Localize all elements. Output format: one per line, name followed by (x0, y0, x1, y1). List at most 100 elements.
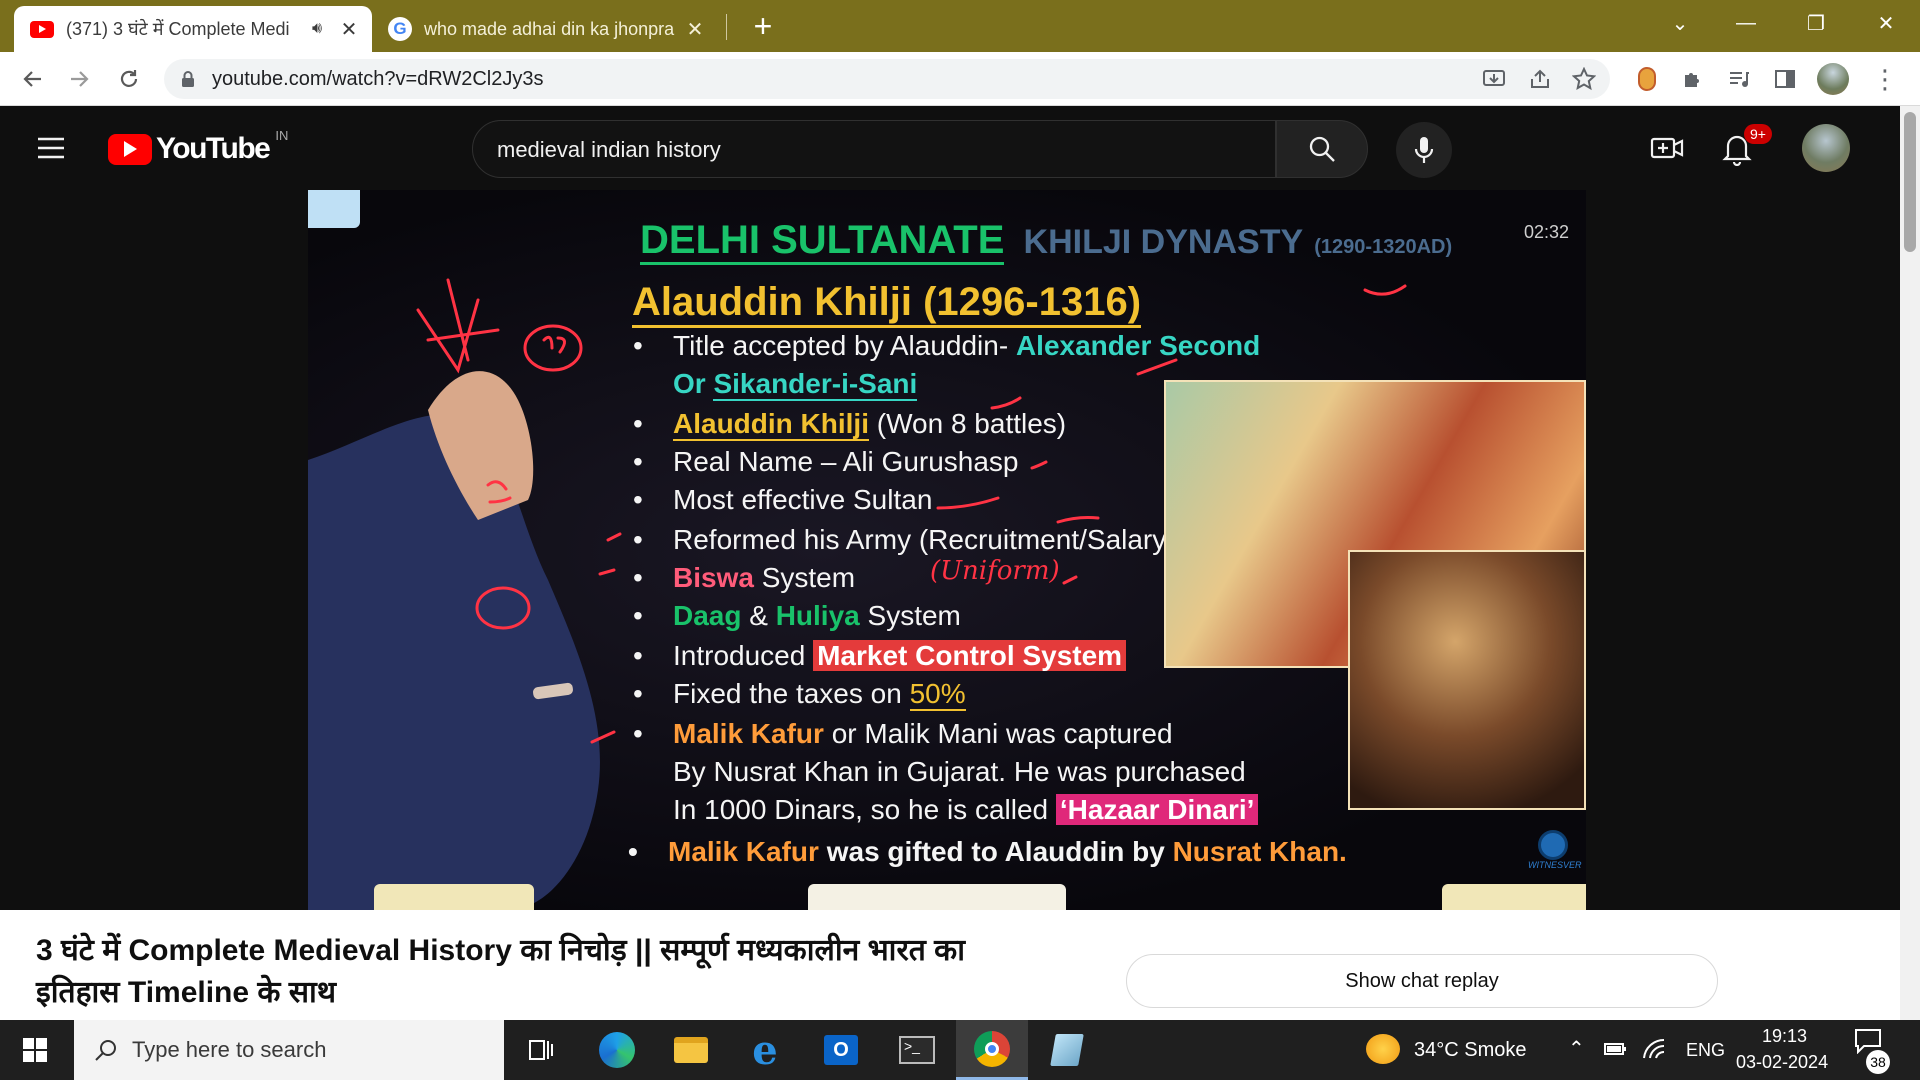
clock-time[interactable]: 19:13 (1762, 1026, 1807, 1047)
install-app-icon[interactable] (1482, 68, 1506, 90)
close-tab-icon[interactable]: ✕ (682, 17, 708, 42)
voice-search-button[interactable] (1396, 122, 1452, 178)
kebab-menu-icon: ⋮ (1872, 63, 1898, 94)
taskbar-chrome[interactable] (956, 1020, 1028, 1080)
search-icon (95, 1040, 116, 1061)
search-button[interactable] (1276, 120, 1368, 178)
battery-icon[interactable] (1604, 1040, 1628, 1058)
task-view-icon (529, 1040, 553, 1060)
notepad-icon (1050, 1034, 1084, 1066)
taskbar-internet-explorer[interactable]: e (730, 1020, 800, 1080)
taskbar-edge[interactable] (582, 1020, 652, 1080)
arrow-left-icon (23, 71, 41, 87)
slide-line: • Reformed his Army (Recruitment/Salary) (633, 524, 1176, 555)
tab-divider (726, 14, 727, 40)
weather-text[interactable]: 34°C Smoke (1414, 1039, 1527, 1062)
extension-pin-icon (1638, 67, 1656, 91)
side-panel-button[interactable] (1768, 62, 1802, 96)
clock-date[interactable]: 03-02-2024 (1736, 1052, 1828, 1073)
side-panel-icon (1775, 70, 1795, 88)
youtube-header: YouTube IN medieval indian history 9+ (0, 106, 1900, 190)
show-chat-replay-button[interactable]: Show chat replay (1126, 954, 1718, 1008)
tab-google[interactable]: G who made adhai din ka jhonpra ✕ (378, 6, 718, 52)
slide-line: • Introduced Market Control System (633, 640, 1127, 672)
folder-icon (674, 1037, 708, 1063)
restore-button[interactable]: ❐ (1786, 0, 1846, 46)
tab-title: who made adhai din ka jhonpra (424, 18, 675, 39)
video-timer: 02:32 (1524, 222, 1570, 242)
media-controls-button[interactable] (1722, 62, 1756, 96)
back-button[interactable] (16, 62, 50, 96)
profile-avatar (1817, 63, 1849, 95)
notification-center-button[interactable]: 38 (1854, 1028, 1894, 1074)
extensions-menu-button[interactable] (1676, 62, 1710, 96)
taskbar-file-explorer[interactable] (656, 1020, 726, 1080)
task-view-button[interactable] (506, 1020, 576, 1080)
notification-badge: 9+ (1744, 124, 1772, 144)
profile-button[interactable] (1816, 62, 1850, 96)
board-widget (308, 190, 360, 228)
arrow-right-icon (71, 71, 89, 87)
heading-main: DELHI SULTANATE (640, 218, 1005, 265)
hamburger-menu-icon (38, 137, 64, 159)
slide-line: • Malik Kafur was gifted to Alauddin by N… (628, 836, 1347, 867)
video-title: 3 घंटे में Complete Medieval History का … (36, 934, 965, 1009)
address-bar[interactable]: youtube.com/watch?v=dRW2Cl2Jy3s (164, 59, 1610, 99)
puzzle-icon (1685, 73, 1699, 87)
guide-menu-button[interactable] (36, 136, 70, 162)
page-scrollbar[interactable] (1900, 106, 1920, 1020)
taskbar-search-box[interactable]: Type here to search (74, 1020, 504, 1080)
taskbar-outlook[interactable]: O (806, 1020, 876, 1080)
url-text: youtube.com/watch?v=dRW2Cl2Jy3s (212, 68, 544, 90)
chrome-icon (974, 1030, 1010, 1067)
chrome-menu-button[interactable]: ⋮ (1868, 62, 1902, 96)
language-indicator[interactable]: ENG (1686, 1040, 1725, 1061)
speaker-icon[interactable]: 🔊︎ (312, 20, 336, 38)
board-toolbar-left (374, 884, 534, 910)
extension-button[interactable] (1630, 62, 1664, 96)
video-add-icon (1650, 137, 1684, 159)
slide-subheading: Alauddin Khilji (1296-1316) (632, 280, 1142, 328)
edge-icon (599, 1032, 635, 1068)
tab-title: (371) 3 घंटे में Complete Medi (66, 19, 290, 39)
notifications-button[interactable]: 9+ (1722, 124, 1772, 168)
share-icon[interactable] (1528, 68, 1552, 90)
tab-search-dropdown-icon[interactable]: ⌄ (1650, 0, 1710, 46)
lock-icon (182, 71, 194, 87)
handwritten-note: (Uniform) (930, 556, 1060, 586)
board-toolbar-right (1442, 884, 1586, 910)
search-input[interactable]: medieval indian history (497, 137, 721, 163)
tab-youtube[interactable]: (371) 3 घंटे में Complete Medi 🔊︎ ✕ (14, 6, 372, 52)
board-toolbar-center (808, 884, 1066, 910)
close-tab-icon[interactable]: ✕ (336, 17, 362, 42)
taskbar-terminal[interactable]: >_ (882, 1020, 952, 1080)
bookmark-star-icon[interactable] (1572, 67, 1596, 91)
illustration-panel-bottom (1348, 550, 1586, 810)
taskbar-notepad[interactable] (1032, 1020, 1102, 1080)
show-hidden-icons-chevron-icon[interactable]: ⌃ (1568, 1036, 1585, 1061)
weather-icon[interactable] (1366, 1034, 1400, 1064)
scrollbar-thumb[interactable] (1904, 112, 1916, 252)
video-player[interactable]: DELHI SULTANATE KHILJI DYNASTY (1290-132… (308, 190, 1586, 910)
wifi-icon[interactable] (1642, 1038, 1666, 1060)
windows-logo-icon (23, 1038, 47, 1062)
terminal-icon: >_ (899, 1036, 935, 1064)
close-window-button[interactable]: ✕ (1856, 0, 1916, 46)
create-button[interactable] (1650, 134, 1684, 164)
search-box[interactable]: medieval indian history (472, 120, 1276, 178)
minimize-button[interactable]: — (1716, 0, 1776, 46)
reload-button[interactable] (112, 62, 146, 96)
youtube-logo[interactable]: YouTube IN (108, 128, 288, 166)
start-button[interactable] (0, 1020, 70, 1080)
google-favicon-icon: G (388, 17, 412, 41)
slide-line: • Malik Kafur or Malik Mani was captured (633, 718, 1173, 749)
forward-button[interactable] (62, 62, 96, 96)
heading-years: (1290-1320AD) (1314, 236, 1453, 258)
new-tab-button[interactable]: + (748, 6, 778, 46)
slide-line: • Most effective Sultan (633, 484, 933, 515)
account-avatar[interactable] (1802, 124, 1850, 172)
youtube-play-logo-icon (108, 133, 152, 165)
windows-taskbar: Type here to search e O >_ 34°C Smoke ⌃ … (0, 1020, 1920, 1080)
browser-tab-strip: (371) 3 घंटे में Complete Medi 🔊︎ ✕ G wh… (0, 0, 1920, 52)
country-code: IN (275, 128, 289, 143)
